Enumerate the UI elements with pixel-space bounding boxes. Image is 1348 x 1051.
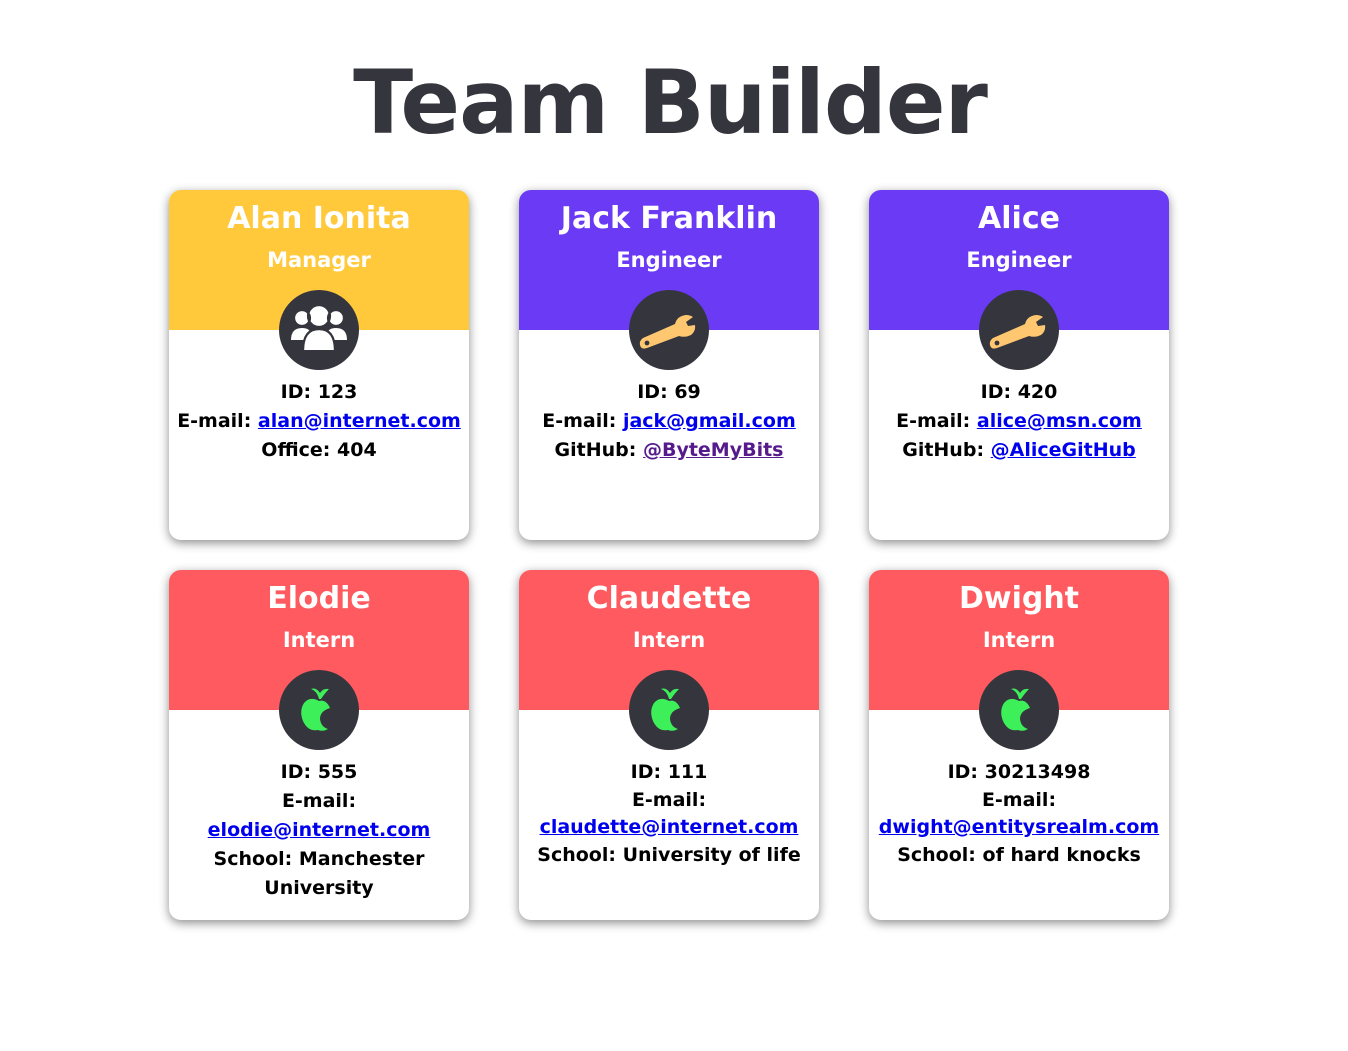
email-line: E-mail: jack@gmail.com [519, 407, 819, 436]
apple-icon [979, 670, 1059, 750]
employee-name: Dwight [958, 581, 1080, 616]
school-label: School: [897, 844, 976, 866]
office-label: Office: [261, 439, 331, 461]
office-line: Office: 404 [169, 436, 469, 465]
school-line: School: University of life [519, 841, 819, 870]
employee-role: Intern [982, 628, 1056, 652]
id-label: ID: [280, 761, 312, 783]
email-link[interactable]: claudette@internet.com [540, 816, 799, 838]
employee-card-jack-franklin: Jack Franklin Engineer ID: 69 E-mail: ja… [519, 190, 819, 540]
school-label: School: [213, 848, 293, 870]
github-label: GitHub: [554, 439, 637, 461]
school-line: School: Manchester University [169, 845, 469, 903]
github-label: GitHub: [902, 439, 985, 461]
employee-card-elodie: Elodie Intern ID: 555 E-mail: elodie@int… [169, 570, 469, 920]
id-label: ID: [630, 761, 662, 783]
employee-card-alice: Alice Engineer ID: 420 E-mail: alice@msn… [869, 190, 1169, 540]
email-label: E-mail: [631, 789, 707, 811]
employee-role: Engineer [616, 248, 722, 272]
card-details: ID: 30213498 E-mail: dwight@entitysrealm.… [869, 758, 1169, 870]
email-link[interactable]: alan@internet.com [258, 410, 461, 432]
office-value: 404 [337, 439, 377, 461]
card-details: ID: 555 E-mail: elodie@internet.com Scho… [169, 758, 469, 903]
employee-name: Elodie [267, 581, 371, 616]
id-value: 123 [317, 381, 358, 403]
school-label: School: [537, 844, 616, 866]
id-line: ID: 123 [169, 378, 469, 407]
github-line: GitHub: @ByteMyBits [519, 436, 819, 465]
team-card-grid: Alan Ionita Manager ID: 123 E-mail: alan… [169, 190, 1169, 920]
email-line: E-mail: alice@msn.com [869, 407, 1169, 436]
page-title: Team Builder [353, 51, 988, 154]
people-icon [279, 290, 359, 370]
id-value: 555 [317, 761, 358, 783]
school-value: of hard knocks [982, 844, 1141, 866]
id-label: ID: [980, 381, 1012, 403]
school-line: School: of hard knocks [869, 841, 1169, 870]
card-details: ID: 123 E-mail: alan@internet.com Office… [169, 378, 469, 465]
email-link[interactable]: elodie@internet.com [208, 819, 431, 841]
id-value: 111 [667, 761, 708, 783]
employee-name: Alice [978, 201, 1060, 236]
email-label: E-mail: [281, 790, 357, 812]
email-link[interactable]: dwight@entitysrealm.com [879, 816, 1159, 838]
id-value: 69 [674, 381, 701, 403]
email-line: E-mail: alan@internet.com [169, 407, 469, 436]
id-line: ID: 69 [519, 378, 819, 407]
email-label: E-mail: [542, 410, 617, 432]
github-link[interactable]: @ByteMyBits [643, 439, 784, 461]
wrench-icon [979, 290, 1059, 370]
email-line: E-mail: dwight@entitysrealm.com [869, 787, 1169, 841]
school-value: University of life [622, 844, 801, 866]
email-line: E-mail: elodie@internet.com [169, 787, 469, 845]
id-label: ID: [280, 381, 312, 403]
email-label: E-mail: [896, 410, 971, 432]
employee-card-claudette: Claudette Intern ID: 111 E-mail: claudett… [519, 570, 819, 920]
email-link[interactable]: jack@gmail.com [623, 410, 796, 432]
email-label: E-mail: [177, 410, 252, 432]
email-line: E-mail: claudette@internet.com [519, 787, 819, 841]
id-line: ID: 30213498 [869, 758, 1169, 787]
id-line: ID: 555 [169, 758, 469, 787]
github-line: GitHub: @AliceGitHub [869, 436, 1169, 465]
employee-card-alan-ionita: Alan Ionita Manager ID: 123 E-mail: alan… [169, 190, 469, 540]
apple-icon [629, 670, 709, 750]
employee-role: Manager [267, 248, 371, 272]
card-details: ID: 420 E-mail: alice@msn.com GitHub: @A… [869, 378, 1169, 465]
employee-name: Jack Franklin [560, 201, 778, 236]
email-label: E-mail: [981, 789, 1057, 811]
employee-name: Claudette [586, 581, 752, 616]
id-line: ID: 420 [869, 378, 1169, 407]
employee-role: Intern [632, 628, 706, 652]
id-line: ID: 111 [519, 758, 819, 787]
id-label: ID: [637, 381, 668, 403]
github-link[interactable]: @AliceGitHub [991, 439, 1136, 461]
employee-name: Alan Ionita [227, 201, 411, 236]
id-value: 30213498 [984, 761, 1091, 783]
employee-role: Engineer [966, 248, 1072, 272]
card-details: ID: 111 E-mail: claudette@internet.com Sc… [519, 758, 819, 870]
wrench-icon [629, 290, 709, 370]
employee-card-dwight: Dwight Intern ID: 30213498 E-mail: dwight… [869, 570, 1169, 920]
apple-icon [279, 670, 359, 750]
id-value: 420 [1017, 381, 1058, 403]
employee-role: Intern [282, 628, 356, 652]
card-details: ID: 69 E-mail: jack@gmail.com GitHub: @B… [519, 378, 819, 465]
id-label: ID: [947, 761, 979, 783]
email-link[interactable]: alice@msn.com [977, 410, 1142, 432]
